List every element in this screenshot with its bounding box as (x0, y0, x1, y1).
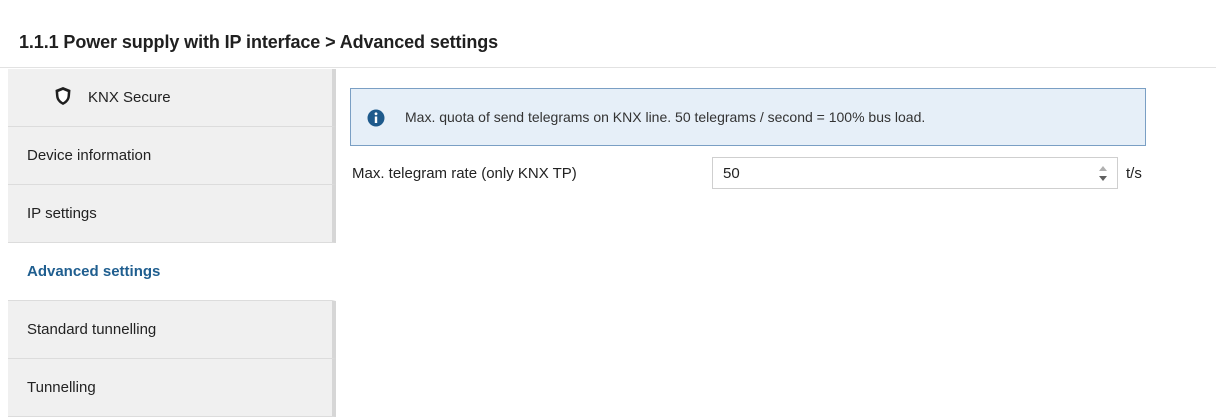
sidebar-item-label: KNX Secure (88, 89, 171, 106)
sidebar-item-label: Standard tunnelling (27, 321, 157, 338)
sidebar: KNX Secure Device information IP setting… (8, 69, 336, 417)
sidebar-item-device-information[interactable]: Device information (8, 127, 336, 185)
sidebar-item-label: IP settings (27, 205, 97, 222)
telegram-rate-label: Max. telegram rate (only KNX TP) (352, 165, 577, 182)
sidebar-item-advanced-settings[interactable]: Advanced settings (8, 243, 336, 301)
sidebar-item-label: Advanced settings (27, 263, 161, 280)
page-title: 1.1.1 Power supply with IP interface > A… (19, 32, 499, 52)
sidebar-item-knx-secure[interactable]: KNX Secure (8, 69, 336, 127)
sidebar-item-standard-tunnelling[interactable]: Standard tunnelling (8, 301, 336, 359)
decrement-icon[interactable] (1099, 176, 1107, 181)
shield-icon (55, 87, 71, 105)
telegram-rate-input[interactable] (723, 165, 1063, 182)
spin-buttons[interactable] (1097, 164, 1109, 184)
unit-label: t/s (1126, 165, 1142, 182)
sidebar-item-label: Device information (27, 147, 152, 164)
increment-icon[interactable] (1099, 166, 1107, 171)
info-text: Max. quota of send telegrams on KNX line… (405, 109, 926, 125)
sidebar-item-tunnelling[interactable]: Tunnelling (8, 359, 336, 417)
info-icon (367, 109, 385, 127)
info-banner: Max. quota of send telegrams on KNX line… (350, 88, 1146, 146)
sidebar-item-ip-settings[interactable]: IP settings (8, 185, 336, 243)
title-bar: 1.1.1 Power supply with IP interface > A… (0, 0, 1216, 68)
telegram-rate-stepper[interactable] (712, 157, 1118, 189)
sidebar-item-label: Tunnelling (27, 379, 96, 396)
